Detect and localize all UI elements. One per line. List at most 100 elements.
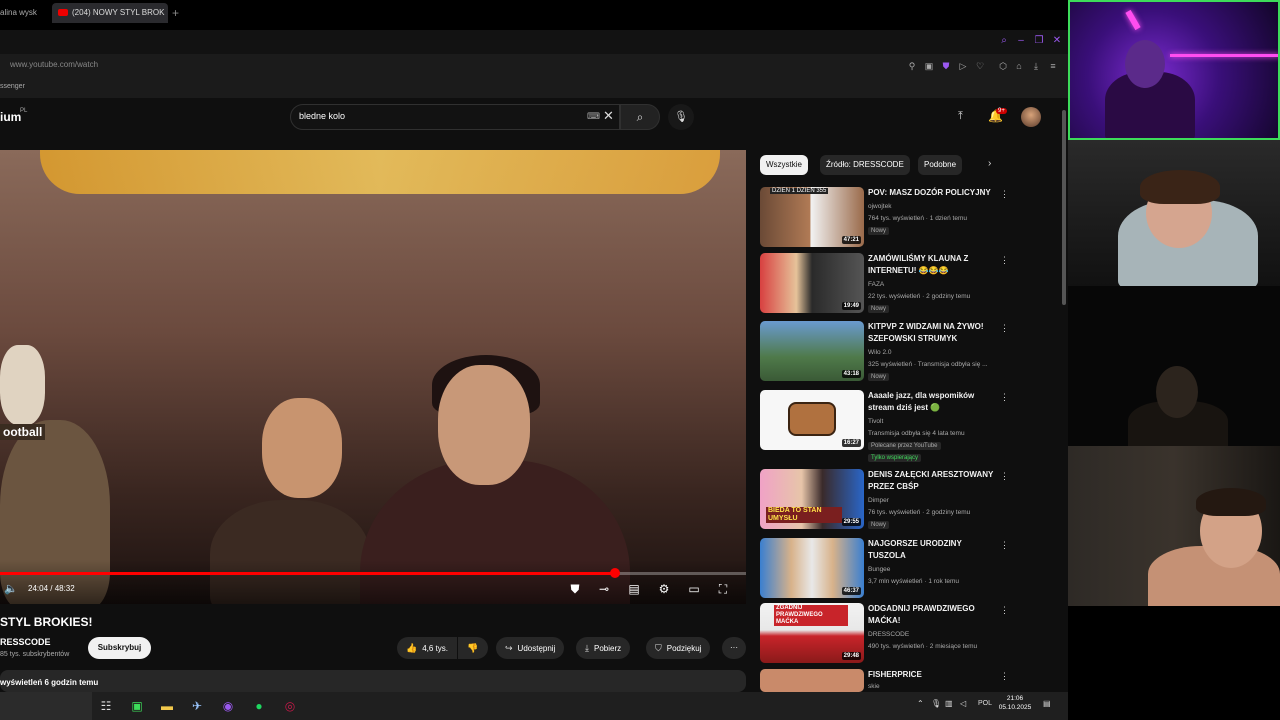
settings-gear-icon[interactable]: ⚙: [654, 580, 674, 598]
recommendation-item[interactable]: BIEDA TO STAN UMYSŁU 29:55 DENIS ZAŁĘCKI…: [760, 469, 1010, 531]
xbox-icon[interactable]: ▣: [128, 697, 146, 715]
menu-icon[interactable]: ≡: [1048, 61, 1058, 71]
theater-mode-icon[interactable]: ▭: [684, 580, 704, 598]
more-vert-icon[interactable]: ⋮: [1000, 605, 1009, 616]
screenshot-icon[interactable]: ▣: [924, 61, 934, 71]
more-vert-icon[interactable]: ⋮: [1000, 671, 1009, 682]
subscribe-button[interactable]: Subskrybuj: [88, 637, 151, 659]
url-text[interactable]: www.youtube.com/watch: [10, 60, 98, 69]
recommendation-item[interactable]: ZGADNIJ PRAWDZIWEGO MAĆKA 29:48 ODGADNIJ…: [760, 603, 1010, 665]
taskbar-search[interactable]: [0, 692, 92, 720]
video-title[interactable]: DENIS ZAŁĘCKI ARESZTOWANY PRZEZ CBŚP: [868, 469, 996, 493]
video-thumbnail[interactable]: 46:37: [760, 538, 864, 598]
browser-tab[interactable]: alina wysk: [0, 3, 48, 23]
dislike-button[interactable]: 👎: [458, 637, 488, 659]
chip-source[interactable]: Źródło: DRESSCODE: [820, 155, 910, 175]
more-vert-icon[interactable]: ⋮: [1000, 392, 1009, 403]
browser-icon[interactable]: ◉: [219, 697, 237, 715]
minimize-icon[interactable]: –: [1014, 34, 1028, 48]
keyboard-icon[interactable]: ⌨: [587, 111, 600, 122]
more-actions-button[interactable]: ···: [722, 637, 746, 659]
download-button[interactable]: ⤓ Pobierz: [576, 637, 631, 659]
spotify-icon[interactable]: ●: [250, 697, 268, 715]
language-indicator[interactable]: POL: [978, 700, 992, 707]
search-button[interactable]: ⌕: [620, 104, 660, 130]
heart-icon[interactable]: ♡: [975, 61, 985, 71]
subtitles-icon[interactable]: ▤: [624, 580, 644, 598]
volume-icon[interactable]: 🔈: [4, 582, 18, 595]
maximize-icon[interactable]: ❐: [1032, 34, 1046, 48]
video-title[interactable]: ZAMÓWILIŚMY KLAUNA Z INTERNETU! 😂😂😂: [868, 253, 996, 277]
chip-all[interactable]: Wszystkie: [760, 155, 808, 175]
close-icon[interactable]: ✕: [1050, 34, 1064, 48]
like-button[interactable]: 👍 4,6 tys.: [397, 637, 457, 659]
video-thumbnail[interactable]: 43:18: [760, 321, 864, 381]
progress-bar[interactable]: [0, 572, 615, 575]
channel-name[interactable]: DRESSCODE: [868, 631, 909, 638]
chip-related[interactable]: Podobne: [918, 155, 963, 175]
channel-name[interactable]: skie: [868, 683, 880, 690]
play-icon[interactable]: ▷: [958, 61, 968, 71]
recommendation-item[interactable]: 16:27 Aaaale jazz, dla wspomików stream …: [760, 390, 1010, 462]
video-title[interactable]: POV: MASZ DOZÓR POLICYJNY: [868, 187, 996, 199]
recommendation-item[interactable]: 46:37 NAJGORSZE URODZINY TUSZOLA Bungee …: [760, 538, 1010, 600]
channel-name[interactable]: Tivolt: [868, 418, 883, 425]
lock-icon[interactable]: ⌂: [1014, 61, 1024, 71]
more-vert-icon[interactable]: ⋮: [1000, 255, 1009, 266]
video-player[interactable]: [0, 150, 746, 604]
clear-search-icon[interactable]: ✕: [603, 108, 614, 124]
tray-chevron-icon[interactable]: ⌃: [917, 699, 924, 708]
scrollbar[interactable]: [1062, 110, 1066, 305]
channel-name[interactable]: Dimper: [868, 497, 889, 504]
share-button[interactable]: ↪ Udostępnij: [496, 637, 565, 659]
bookmark-item[interactable]: ssenger: [0, 83, 25, 90]
youtube-logo[interactable]: ium: [0, 110, 21, 124]
more-vert-icon[interactable]: ⋮: [1000, 189, 1009, 200]
voice-search-button[interactable]: 🎙: [668, 104, 694, 130]
recommendation-item[interactable]: 19:49 ZAMÓWILIŚMY KLAUNA Z INTERNETU! 😂😂…: [760, 253, 1010, 315]
app-icon[interactable]: ◎: [281, 697, 299, 715]
steam-icon[interactable]: ✈: [188, 697, 206, 715]
video-title[interactable]: NAJGORSZE URODZINY TUSZOLA: [868, 538, 996, 562]
download-icon[interactable]: ⤓: [1031, 61, 1041, 71]
video-title[interactable]: FISHERPRICE: [868, 669, 996, 681]
shield-icon[interactable]: ⛊: [941, 61, 951, 71]
avatar[interactable]: [1021, 107, 1041, 127]
volume-icon[interactable]: ◁: [960, 699, 966, 708]
description-box[interactable]: [0, 670, 746, 692]
pin-icon[interactable]: ⚲: [907, 61, 917, 71]
mic-tray-icon[interactable]: 🎙: [931, 699, 941, 708]
upload-icon[interactable]: ⤒: [958, 110, 963, 123]
video-thumbnail[interactable]: ZGADNIJ PRAWDZIWEGO MAĆKA 29:48: [760, 603, 864, 663]
task-view-icon[interactable]: ☷: [97, 697, 115, 715]
more-vert-icon[interactable]: ⋮: [1000, 323, 1009, 334]
chevron-right-icon[interactable]: ›: [988, 158, 991, 169]
channel-name[interactable]: Bungee: [868, 566, 890, 573]
system-clock[interactable]: 21:06 05.10.2025: [998, 694, 1032, 712]
channel-name[interactable]: Wilo 2.0: [868, 349, 891, 356]
search-input[interactable]: bledne kolo: [299, 111, 345, 121]
video-thumbnail[interactable]: 16:27: [760, 390, 864, 450]
video-thumbnail[interactable]: DZIEŃ 1 DZIEŃ 355 47:21: [760, 187, 864, 247]
progress-scrubber[interactable]: [610, 568, 620, 578]
fullscreen-icon[interactable]: ⛶: [713, 580, 733, 598]
recommendation-item[interactable]: FISHERPRICE skie ⋮: [760, 669, 1010, 692]
new-tab-button[interactable]: +: [172, 3, 186, 23]
recommendation-item[interactable]: 43:18 KITPVP Z WIDZAMI NA ŻYWO! SZEFOWSK…: [760, 321, 1010, 383]
channel-name[interactable]: ojwojtek: [868, 203, 891, 210]
notification-center-icon[interactable]: ▤: [1043, 699, 1051, 708]
thanks-button[interactable]: ⛉ Podziękuj: [646, 637, 711, 659]
video-thumbnail[interactable]: BIEDA TO STAN UMYSŁU 29:55: [760, 469, 864, 529]
more-vert-icon[interactable]: ⋮: [1000, 540, 1009, 551]
video-thumbnail[interactable]: [760, 669, 864, 692]
autoplay-toggle[interactable]: ⊸: [592, 580, 616, 598]
search-icon[interactable]: ⌕: [997, 34, 1011, 48]
more-vert-icon[interactable]: ⋮: [1000, 471, 1009, 482]
sponsor-shield-icon[interactable]: ⛊: [565, 580, 585, 598]
video-thumbnail[interactable]: 19:49: [760, 253, 864, 313]
network-icon[interactable]: ▥: [945, 699, 953, 708]
recommendation-item[interactable]: DZIEŃ 1 DZIEŃ 355 47:21 POV: MASZ DOZÓR …: [760, 187, 1010, 249]
file-explorer-icon[interactable]: ▬: [158, 697, 176, 715]
video-title[interactable]: Aaaale jazz, dla wspomików stream dziś j…: [868, 390, 996, 414]
extensions-icon[interactable]: ⬡: [998, 61, 1008, 71]
